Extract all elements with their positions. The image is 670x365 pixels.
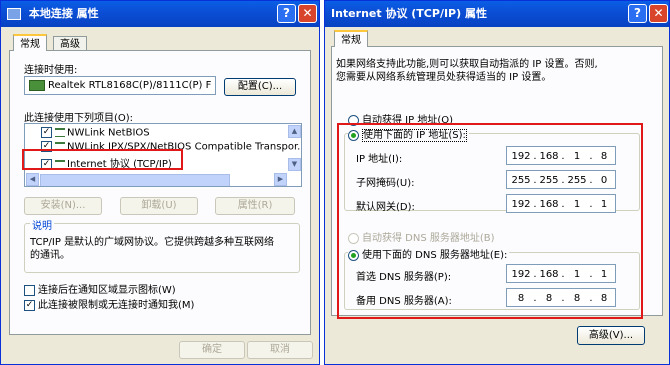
scroll-right-button[interactable]: ▶ [274,173,287,186]
items-label: 此连接使用下列项目(O): [24,113,134,124]
install-button[interactable]: 安装(N)... [24,197,102,215]
tab-general[interactable]: 常规 [334,30,368,47]
description-text-line2: 的通讯。 [30,250,70,261]
tab-advanced[interactable]: 高级 [53,36,87,51]
configure-button[interactable]: 配置(C)... [224,78,296,96]
left-window-title: 本地连接 属性 [28,7,99,20]
checkbox-unchecked[interactable] [24,284,35,296]
left-close-button[interactable]: ✕ [298,4,317,23]
left-help-button[interactable]: ? [277,4,296,23]
right-title-bar: Internet 协议 (TCP/IP) 属性 [325,1,669,27]
adapter-field: Realtek RTL8168C(P)/8111C(P) F [24,76,216,95]
list-item[interactable]: ✓ NWLink NetBIOS [41,127,150,139]
tab-general[interactable]: 常规 [13,34,47,51]
local-connection-properties-window: 本地连接 属性 ? ✕ 常规 高级 连接时使用: Realtek RTL8168… [0,0,320,365]
ok-button[interactable]: 确定 [179,341,245,359]
adapter-name: Realtek RTL8168C(P)/8111C(P) F [48,80,212,91]
properties-button[interactable]: 属性(R) [215,197,295,215]
network-connection-icon [7,8,21,20]
highlight-tcpip-item [22,149,183,170]
notify-option[interactable]: ✓ 此连接被限制或无连接时通知我(M) [24,296,194,311]
info-text-line2: 您需要从网络系统管理员处获得适当的 IP 设置。 [336,72,552,83]
show-icon-option[interactable]: 连接后在通知区域显示图标(W) [24,281,176,296]
left-general-panel: 连接时使用: Realtek RTL8168C(P)/8111C(P) F 配置… [9,50,311,335]
scroll-left-button[interactable]: ◀ [26,173,39,186]
scroll-up-button[interactable]: ▲ [288,125,301,138]
right-close-button[interactable]: ✕ [649,4,668,23]
cancel-button[interactable]: 取消 [247,341,313,359]
horizontal-scroll-thumb[interactable] [40,174,230,186]
protocol-icon [55,128,65,137]
network-adapter-icon [29,79,45,91]
left-title-bar: 本地连接 属性 [1,1,319,27]
right-window-title: Internet 协议 (TCP/IP) 属性 [331,7,487,20]
scroll-down-button[interactable]: ▼ [288,158,301,171]
checkbox-checked[interactable]: ✓ [41,127,52,138]
description-label: 说明 [30,217,54,232]
right-help-button[interactable]: ? [628,4,647,23]
highlight-ip-dns-settings [337,123,643,319]
advanced-button[interactable]: 高级(V)... [577,326,645,345]
connect-using-label: 连接时使用: [24,65,78,76]
uninstall-button[interactable]: 卸载(U) [120,197,198,215]
checkbox-checked[interactable]: ✓ [24,299,35,311]
